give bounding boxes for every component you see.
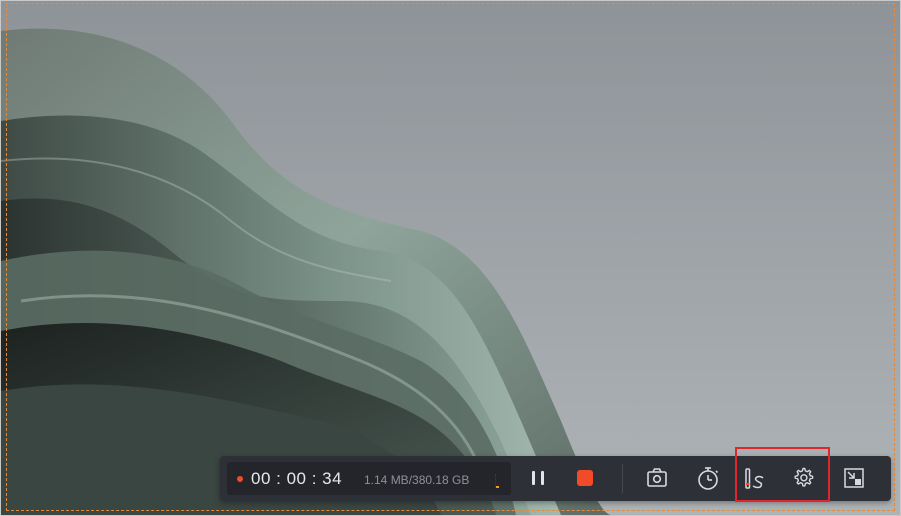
recording-status-panel: 00 : 00 : 34 1.14 MB/380.18 GB (227, 462, 511, 495)
stop-icon (577, 470, 593, 486)
audio-level-meter (495, 474, 499, 488)
minimize-icon (844, 468, 864, 488)
file-size: 1.14 MB/380.18 GB (364, 473, 470, 487)
screen-area (0, 0, 901, 516)
stop-button[interactable] (568, 461, 602, 495)
toolbar-divider (622, 464, 623, 493)
timer-icon (698, 467, 719, 490)
desktop-wallpaper (1, 28, 611, 515)
pen-icon (745, 468, 764, 489)
settings-button[interactable] (786, 461, 820, 495)
recording-dot-icon (237, 476, 243, 482)
camera-icon (647, 468, 667, 487)
pause-button[interactable] (521, 461, 555, 495)
recorder-toolbar: 00 : 00 : 34 1.14 MB/380.18 GB (220, 456, 891, 501)
schedule-button[interactable] (691, 461, 725, 495)
elapsed-time: 00 : 00 : 34 (251, 469, 343, 488)
screenshot-button[interactable] (640, 461, 674, 495)
annotate-button[interactable] (739, 461, 773, 495)
minimize-button[interactable] (837, 461, 871, 495)
gear-icon (794, 467, 814, 487)
pause-icon (532, 471, 544, 485)
audio-level-fill (496, 486, 499, 488)
